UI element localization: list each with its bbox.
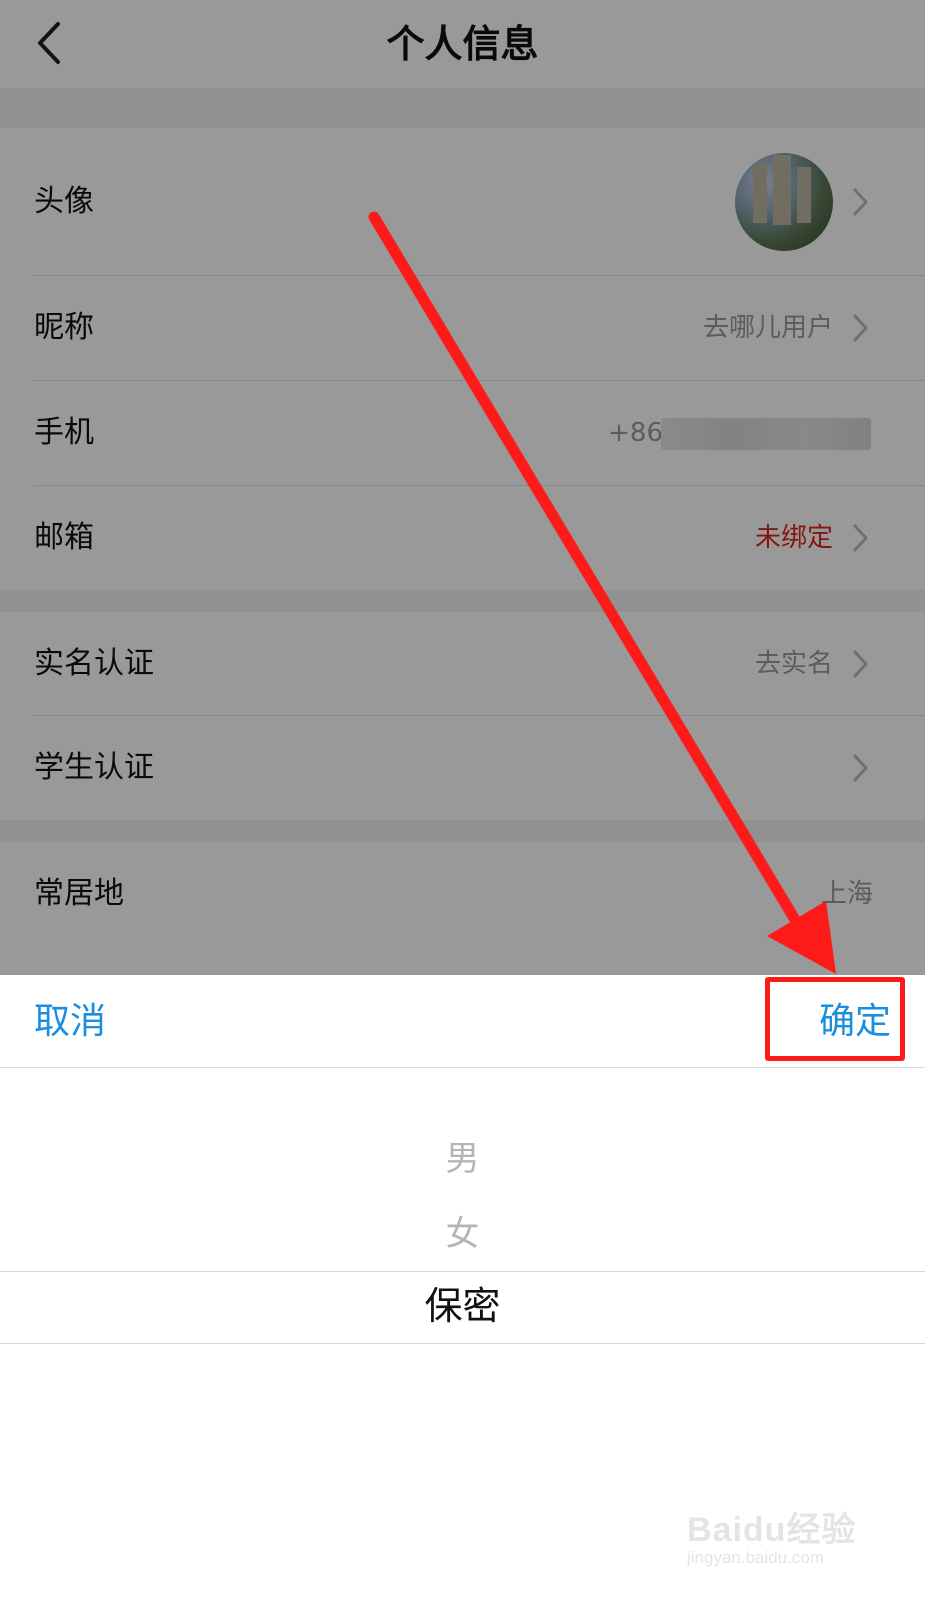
selection-line-top xyxy=(0,1271,925,1272)
watermark-url: jingyan.baidu.com xyxy=(687,1548,825,1567)
modal-dim-overlay[interactable] xyxy=(0,0,925,975)
personal-info-page: 个人信息 头像 昵称 去哪儿用户 手机 +86 邮箱 未绑定 实名认证 去实名 … xyxy=(0,0,925,975)
gender-picker-sheet: 取消 确定 男 女 保密 Baidu经验 jingyan.baidu.com xyxy=(0,975,925,1600)
baidu-watermark-logo: Baidu经验 jingyan.baidu.com xyxy=(687,1502,877,1582)
cancel-button[interactable]: 取消 xyxy=(34,999,106,1045)
picker-option-selected[interactable]: 保密 xyxy=(0,1283,925,1329)
watermark-brand: Baidu经验 xyxy=(687,1511,857,1549)
picker-toolbar: 取消 确定 xyxy=(0,975,925,1068)
selection-line-bottom xyxy=(0,1343,925,1344)
picker-option[interactable]: 女 xyxy=(0,1211,925,1257)
picker-option[interactable]: 男 xyxy=(0,1136,925,1182)
annotation-highlight-box xyxy=(765,977,905,1061)
